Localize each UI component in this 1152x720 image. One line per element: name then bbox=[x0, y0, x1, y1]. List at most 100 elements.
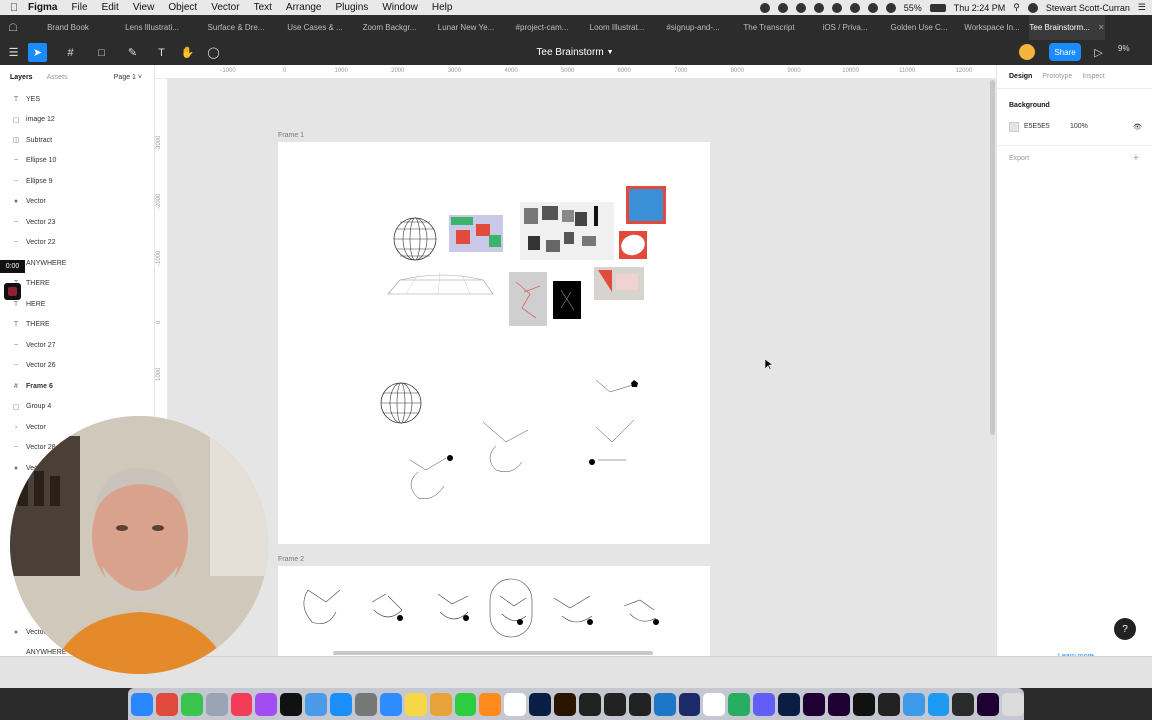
premiere-icon[interactable] bbox=[803, 692, 825, 716]
page-selector[interactable]: Page 1 ˅ bbox=[114, 74, 142, 81]
frame2-label[interactable]: Frame 2 bbox=[278, 556, 304, 563]
control-center-icon[interactable]: ☰ bbox=[1138, 2, 1146, 13]
layer-row[interactable]: ~ Vector 23 bbox=[0, 212, 154, 233]
present-play-icon[interactable]: ▷ bbox=[1089, 43, 1108, 62]
layer-row[interactable]: # Frame 6 bbox=[0, 376, 154, 397]
main-menu-icon[interactable]: ☰ bbox=[4, 43, 23, 62]
keyboard-icon[interactable] bbox=[877, 692, 900, 716]
ia-writer-icon[interactable] bbox=[628, 692, 651, 716]
tab-assets[interactable]: Assets bbox=[47, 74, 68, 81]
tab-prototype[interactable]: Prototype bbox=[1042, 73, 1072, 80]
layer-row[interactable]: ~ Ellipse 10 bbox=[0, 151, 154, 172]
layer-row[interactable]: ◫ Subtract bbox=[0, 130, 154, 151]
help-button[interactable]: ? bbox=[1114, 618, 1136, 640]
frame1-label[interactable]: Frame 1 bbox=[278, 132, 304, 139]
status-wifi-icon[interactable] bbox=[885, 2, 896, 13]
me-icon[interactable] bbox=[977, 692, 1000, 716]
trash-icon[interactable] bbox=[1002, 692, 1025, 716]
settings-icon[interactable] bbox=[355, 692, 377, 716]
safari-icon[interactable] bbox=[927, 692, 950, 716]
status-sync-icon[interactable] bbox=[831, 2, 842, 13]
slack-icon[interactable] bbox=[429, 692, 452, 716]
media-encoder-icon[interactable] bbox=[827, 692, 850, 716]
podcasts-icon[interactable] bbox=[255, 692, 278, 716]
frame-2[interactable] bbox=[278, 566, 710, 656]
visibility-eye-icon[interactable]: 👁 bbox=[1133, 123, 1142, 131]
pen-tool-icon[interactable]: ✎ bbox=[123, 43, 142, 62]
tab-layers[interactable]: Layers bbox=[10, 74, 33, 81]
browser-tab[interactable]: iOS / Priva... bbox=[807, 15, 883, 40]
loom-icon[interactable] bbox=[753, 692, 776, 716]
layer-row[interactable]: ▢ Group 4 bbox=[0, 397, 154, 418]
layer-row[interactable]: ~ Vector 27 bbox=[0, 335, 154, 356]
document-title[interactable]: Tee Brainstorm ▼ bbox=[500, 40, 650, 65]
comment-tool-icon[interactable]: ◯ bbox=[204, 43, 223, 62]
tab-design[interactable]: Design bbox=[1009, 73, 1032, 80]
spotlight-search-icon[interactable]: ⚲ bbox=[1013, 2, 1020, 13]
firefox-icon[interactable] bbox=[479, 692, 502, 716]
appstore-icon[interactable] bbox=[330, 692, 353, 716]
canvas-vertical-scrollbar[interactable] bbox=[990, 80, 995, 435]
pencil-icon[interactable] bbox=[305, 692, 328, 716]
clock-icon[interactable] bbox=[504, 692, 527, 716]
menu-plugins[interactable]: Plugins bbox=[336, 2, 369, 13]
finder-icon[interactable] bbox=[131, 692, 153, 716]
browser-tab[interactable]: #signup-and-... bbox=[655, 15, 731, 40]
shape-tool-icon[interactable]: □ bbox=[92, 43, 111, 62]
status-dropbox-icon[interactable] bbox=[795, 2, 806, 13]
text-tool-icon[interactable]: T bbox=[152, 43, 171, 62]
layer-row[interactable]: T YES bbox=[0, 89, 154, 110]
browser-tab[interactable]: Use Cases & ... bbox=[278, 15, 352, 40]
layer-row[interactable]: ~ Vector 22 bbox=[0, 233, 154, 254]
browser-tab[interactable]: #project-cam... bbox=[505, 15, 579, 40]
lightroom-icon[interactable] bbox=[778, 692, 801, 716]
script-icon[interactable] bbox=[703, 692, 726, 716]
status-figma-icon[interactable] bbox=[777, 2, 788, 13]
figma-icon[interactable] bbox=[579, 692, 601, 716]
menu-help[interactable]: Help bbox=[432, 2, 453, 13]
webcam-bubble[interactable] bbox=[10, 416, 268, 674]
battery-icon[interactable] bbox=[929, 3, 946, 12]
layer-row[interactable]: ~ Vector 26 bbox=[0, 356, 154, 377]
hand-tool-icon[interactable]: ✋ bbox=[178, 43, 197, 62]
menu-vector[interactable]: Vector bbox=[211, 2, 239, 13]
browser-tab[interactable]: Lunar New Ye... bbox=[427, 15, 505, 40]
menu-arrange[interactable]: Arrange bbox=[286, 2, 322, 13]
figma-canvas[interactable]: Frame 1 Frame 2 bbox=[168, 79, 996, 656]
layer-row[interactable]: TTHERE bbox=[0, 274, 154, 295]
stop-recording-button[interactable] bbox=[4, 283, 21, 300]
menu-object[interactable]: Object bbox=[168, 2, 197, 13]
network-icon[interactable] bbox=[728, 692, 751, 716]
menu-text[interactable]: Text bbox=[254, 2, 272, 13]
menu-file[interactable]: File bbox=[71, 2, 87, 13]
browser-tab[interactable]: Tee Brainstorm... ✕ bbox=[1029, 15, 1105, 40]
figma-home-icon[interactable]: ☖ bbox=[0, 15, 26, 40]
vpn-icon[interactable] bbox=[653, 692, 676, 716]
menu-app-name[interactable]: Figma bbox=[28, 2, 57, 13]
browser-tab[interactable]: Surface & Dre... bbox=[194, 15, 278, 40]
rush-icon[interactable] bbox=[678, 692, 701, 716]
background-opacity-input[interactable]: 100% bbox=[1070, 123, 1088, 130]
share-button[interactable]: Share bbox=[1049, 43, 1081, 61]
status-timer-icon[interactable] bbox=[813, 2, 824, 13]
messages-icon[interactable] bbox=[454, 692, 477, 716]
tab-inspect[interactable]: Inspect bbox=[1082, 73, 1105, 80]
zoom-icon[interactable] bbox=[379, 692, 402, 716]
browser-tab[interactable]: Brand Book bbox=[26, 15, 110, 40]
user-avatar-icon[interactable] bbox=[1027, 2, 1038, 13]
browser-tab[interactable]: Golden Use C... bbox=[883, 15, 955, 40]
layer-row[interactable]: ~ Ellipse 9 bbox=[0, 171, 154, 192]
layer-row[interactable]: ▢ image 12 bbox=[0, 110, 154, 131]
move-tool-icon[interactable]: ➤ bbox=[28, 43, 47, 62]
browser-tab[interactable]: Workspace In... bbox=[955, 15, 1029, 40]
frame-1[interactable] bbox=[278, 142, 710, 544]
layer-row[interactable]: T HERE bbox=[0, 294, 154, 315]
photoshop-icon[interactable] bbox=[529, 692, 552, 716]
menu-window[interactable]: Window bbox=[382, 2, 418, 13]
menu-view[interactable]: View bbox=[133, 2, 155, 13]
browser-tab[interactable]: Lens Illustrati... bbox=[110, 15, 194, 40]
cleanmaster-icon[interactable] bbox=[902, 692, 925, 716]
add-export-plus-icon[interactable]: + bbox=[1133, 153, 1139, 164]
canvas-horizontal-scrollbar[interactable] bbox=[333, 651, 653, 655]
preview-icon[interactable] bbox=[205, 692, 228, 716]
